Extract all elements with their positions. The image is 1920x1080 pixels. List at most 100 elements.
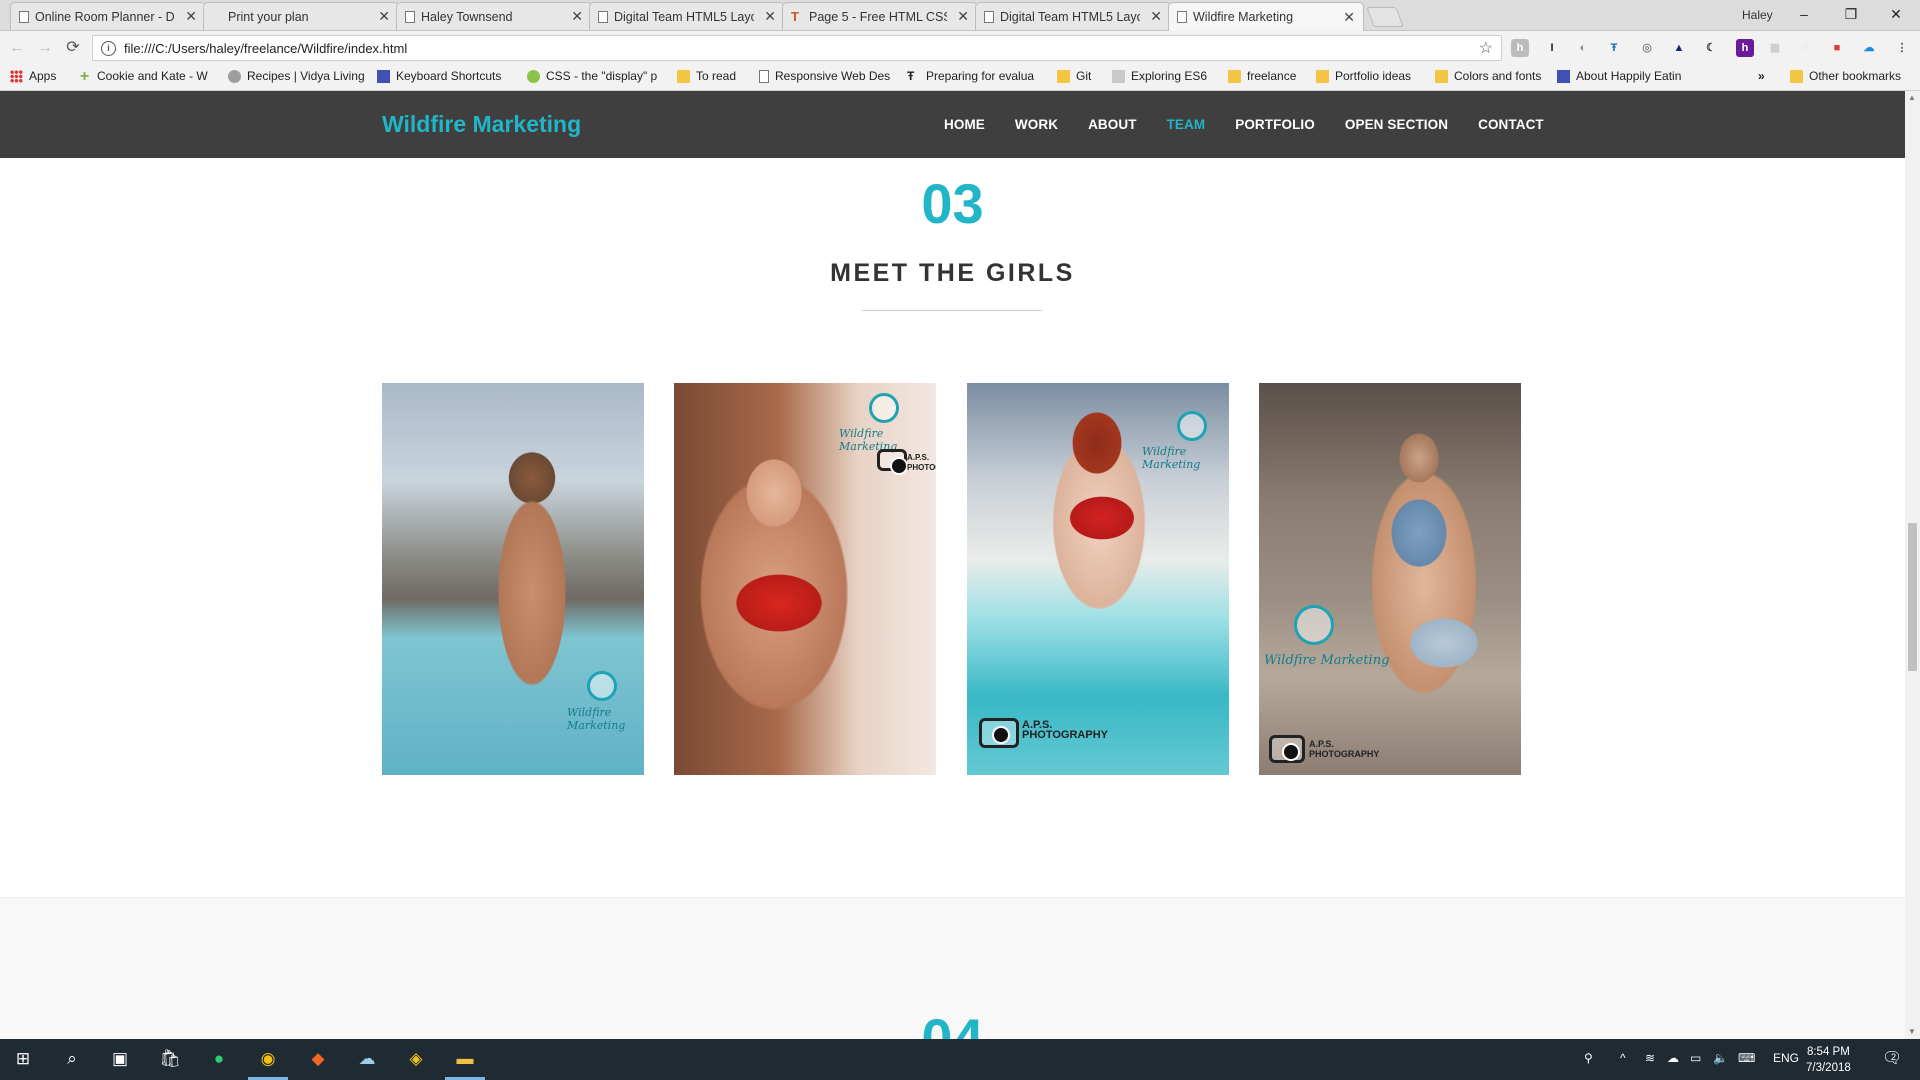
bookmark-to-read[interactable]: To read <box>677 69 736 83</box>
page-scrollbar[interactable]: ▲ ▼ <box>1905 91 1920 1039</box>
restore-icon[interactable]: ❐ <box>1829 2 1873 26</box>
new-badge-ext-icon[interactable]: ☁ <box>1860 39 1878 57</box>
bookmark-git[interactable]: Git <box>1057 69 1091 83</box>
wildfire-logo-icon <box>587 671 617 701</box>
blur-ext-icon[interactable]: ◌ <box>1796 39 1814 57</box>
tab-close-icon[interactable]: ✕ <box>567 8 583 25</box>
bookmark-css-display[interactable]: CSS - the "display" p <box>527 69 657 83</box>
tab-close-icon[interactable]: ✕ <box>1146 8 1162 25</box>
page-icon <box>759 69 769 83</box>
keyboard-icon[interactable]: ⌨ <box>1738 1051 1755 1065</box>
onedrive-icon[interactable]: ☁ <box>1667 1051 1679 1065</box>
bookmark-exploring-es6[interactable]: Exploring ES6 <box>1112 69 1207 83</box>
chrome-icon[interactable]: ◉ <box>256 1047 280 1071</box>
tab-online-room-planner[interactable]: Online Room Planner - D ✕ <box>10 2 206 30</box>
t-ext-icon[interactable]: Ŧ <box>1605 39 1623 57</box>
language-indicator[interactable]: ENG <box>1773 1051 1799 1065</box>
file-explorer-icon[interactable]: ▬ <box>453 1047 477 1071</box>
menu-dots-icon[interactable]: ⋮ <box>1893 39 1911 57</box>
tab-close-icon[interactable]: ✕ <box>1339 9 1355 26</box>
tab-close-icon[interactable]: ✕ <box>181 8 197 25</box>
store-icon[interactable]: 🛍 <box>158 1047 182 1071</box>
close-window-icon[interactable]: ✕ <box>1874 2 1918 26</box>
clock[interactable]: 8:54 PM 7/3/2018 <box>1806 1044 1851 1076</box>
bookmark-keyboard-shortcuts[interactable]: Keyboard Shortcuts <box>377 69 501 83</box>
moon-ext-icon[interactable]: ☾ <box>1702 39 1720 57</box>
spotify-icon[interactable]: ● <box>207 1047 231 1071</box>
new-tab-button[interactable] <box>1366 7 1404 27</box>
weather-icon[interactable]: ☁ <box>355 1047 379 1071</box>
tab-print-your-plan[interactable]: Print your plan ✕ <box>203 2 399 30</box>
bookmark-cookie-and-kate[interactable]: + Cookie and Kate - W <box>78 68 208 84</box>
bookmark-freelance[interactable]: freelance <box>1228 69 1296 83</box>
site-brand[interactable]: Wildfire Marketing <box>382 111 581 138</box>
tab-wildfire-marketing[interactable]: Wildfire Marketing ✕ <box>1168 2 1364 31</box>
nav-work[interactable]: WORK <box>1015 117 1058 132</box>
next-section-number: 04 <box>921 1007 984 1039</box>
address-url[interactable]: file:///C:/Users/haley/freelance/Wildfir… <box>124 41 1471 56</box>
nav-home[interactable]: HOME <box>944 117 985 132</box>
tab-digital-team-2[interactable]: Digital Team HTML5 Layo ✕ <box>975 2 1171 30</box>
git-icon[interactable]: ◈ <box>404 1047 428 1071</box>
team-photo-2[interactable]: Wildfire Marketing A.P.S. PHOTOGRAPHY <box>674 383 936 775</box>
h-purple-ext-icon[interactable]: h <box>1736 39 1754 57</box>
tab-page-5[interactable]: T Page 5 - Free HTML CSS ✕ <box>782 2 978 30</box>
network-icon[interactable]: ≋ <box>1645 1051 1655 1065</box>
h-ext-icon[interactable]: h <box>1511 39 1529 57</box>
bookmark-other[interactable]: Other bookmarks <box>1790 69 1901 83</box>
camera-text: A.P.S. PHOTOGRAPHY <box>907 453 936 472</box>
watermark-text: Wildfire Marketing <box>1142 445 1201 471</box>
scrollbar-thumb[interactable] <box>1908 523 1917 671</box>
tab-digital-team-1[interactable]: Digital Team HTML5 Layo ✕ <box>589 2 785 30</box>
scroll-up-icon[interactable]: ▲ <box>1908 93 1916 102</box>
info-icon[interactable]: i <box>101 40 116 56</box>
tab-haley-townsend[interactable]: Haley Townsend ✕ <box>396 2 592 30</box>
minimize-icon[interactable]: – <box>1782 2 1826 26</box>
tab-close-icon[interactable]: ✕ <box>760 8 776 25</box>
search-icon[interactable]: ⌕ <box>60 1047 84 1071</box>
title-divider <box>862 310 1042 311</box>
grid-ext-icon[interactable]: ▦ <box>1766 39 1784 57</box>
show-hidden-icons[interactable]: ^ <box>1620 1051 1626 1065</box>
bookmark-responsive-web[interactable]: Responsive Web Des <box>759 69 890 83</box>
brackets-icon[interactable]: ◆ <box>306 1047 330 1071</box>
tab-close-icon[interactable]: ✕ <box>953 8 969 25</box>
battery-icon[interactable]: ▭ <box>1690 1051 1701 1065</box>
bookmark-colors-and-fonts[interactable]: Colors and fonts <box>1435 69 1541 83</box>
team-photo-4[interactable]: Wildfire Marketing A.P.S. PHOTOGRAPHY <box>1259 383 1521 775</box>
bookmark-star-icon[interactable]: ☆ <box>1479 38 1493 58</box>
profile-name[interactable]: Haley <box>1742 8 1773 22</box>
scroll-down-icon[interactable]: ▼ <box>1908 1027 1916 1036</box>
team-photo-1[interactable]: Wildfire Marketing <box>382 383 644 775</box>
nav-contact[interactable]: CONTACT <box>1478 117 1544 132</box>
nav-team[interactable]: TEAM <box>1167 117 1206 132</box>
bookmark-apps[interactable]: Apps <box>10 69 56 83</box>
bookmark-happily-eating[interactable]: About Happily Eatin <box>1557 69 1681 83</box>
volume-icon[interactable]: 🔈 <box>1713 1051 1728 1065</box>
bookmarks-overflow-icon[interactable]: » <box>1758 69 1765 83</box>
circle-ext-icon[interactable]: ◐ <box>1574 39 1592 57</box>
page-icon <box>405 10 415 23</box>
globe-ext-icon[interactable]: ◎ <box>1638 39 1656 57</box>
squares-ext-icon[interactable]: ■ <box>1828 39 1846 57</box>
nav-portfolio[interactable]: PORTFOLIO <box>1235 117 1315 132</box>
bookmark-portfolio-ideas[interactable]: Portfolio ideas <box>1316 69 1411 83</box>
reload-icon[interactable]: ⟳ <box>62 37 84 59</box>
wildfire-logo-icon <box>869 393 899 423</box>
nav-about[interactable]: ABOUT <box>1088 117 1137 132</box>
people-icon[interactable]: ⚲ <box>1584 1051 1593 1065</box>
keyboard-icon <box>1557 69 1570 83</box>
folder-icon <box>1316 69 1329 83</box>
forward-icon[interactable]: → <box>34 37 56 59</box>
i-ext-icon[interactable]: I <box>1543 39 1561 57</box>
task-view-icon[interactable]: ▣ <box>108 1047 132 1071</box>
windows-start-icon[interactable]: ⊞ <box>11 1047 35 1071</box>
bookmark-recipes[interactable]: Recipes | Vidya Living <box>228 69 365 83</box>
bookmark-preparing[interactable]: Ŧ Preparing for evalua <box>907 69 1034 83</box>
team-photo-3[interactable]: Wildfire Marketing A.P.S. PHOTOGRAPHY <box>967 383 1229 775</box>
tab-close-icon[interactable]: ✕ <box>374 8 390 25</box>
nav-open-section[interactable]: OPEN SECTION <box>1345 117 1448 132</box>
address-bar[interactable]: i file:///C:/Users/haley/freelance/Wildf… <box>92 35 1502 61</box>
back-icon[interactable]: ← <box>6 37 28 59</box>
drive-ext-icon[interactable]: ▲ <box>1670 39 1688 57</box>
